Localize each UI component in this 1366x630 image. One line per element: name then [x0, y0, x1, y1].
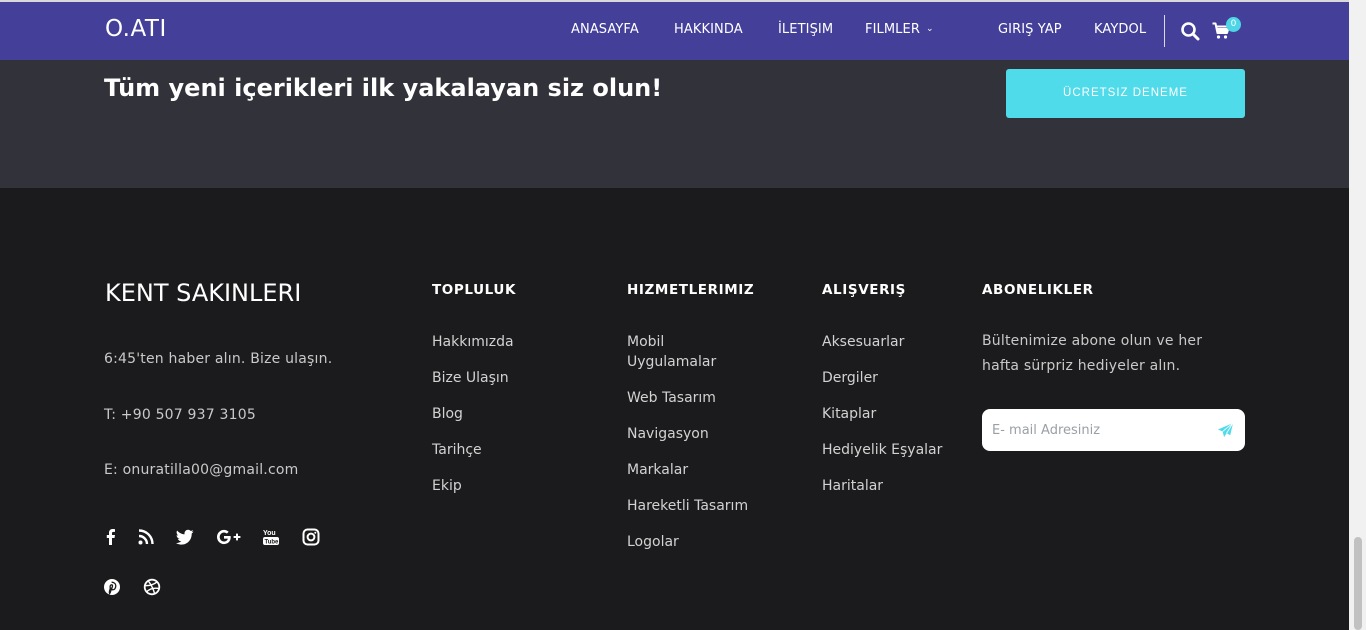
footer-link-blog[interactable]: Blog [432, 404, 463, 424]
footer-col-title-abonelikler: ABONELIKLER [982, 282, 1094, 298]
site-footer: KENT SAKINLERI 6:45'ten haber alın. Bize… [0, 188, 1349, 630]
footer-link-logolar[interactable]: Logolar [627, 532, 679, 552]
footer-link-aksesuarlar[interactable]: Aksesuarlar [822, 332, 904, 352]
newsletter-form [982, 409, 1245, 451]
facebook-icon[interactable] [101, 527, 121, 547]
footer-col-title-alisveris: ALIŞVERIŞ [822, 282, 907, 298]
footer-link-markalar[interactable]: Markalar [627, 460, 688, 480]
newsletter-email-input[interactable] [992, 409, 1207, 451]
footer-link-navigasyon[interactable]: Navigasyon [627, 424, 709, 444]
contact-phone[interactable]: T: +90 507 937 3105 [104, 407, 256, 423]
nav-hakkinda[interactable]: HAKKINDA [674, 22, 743, 37]
footer-link-bize-ulasin[interactable]: Bize Ulaşın [432, 368, 509, 388]
pinterest-icon[interactable] [102, 577, 122, 597]
twitter-icon[interactable] [175, 527, 195, 547]
page-scrollbar[interactable] [1349, 0, 1366, 630]
youtube-icon[interactable]: You Tube [261, 527, 281, 547]
scrollbar-thumb[interactable] [1354, 537, 1362, 630]
nav-anasayfa[interactable]: ANASAYFA [571, 22, 639, 37]
cart-count-badge: 0 [1226, 17, 1241, 32]
contact-email[interactable]: E: onuratilla00@gmail.com [104, 462, 298, 478]
free-trial-button[interactable]: ÜCRETSIZ DENEME [1006, 69, 1245, 118]
search-icon[interactable] [1180, 21, 1200, 41]
nav-register[interactable]: KAYDOL [1094, 22, 1146, 37]
footer-link-tarihce[interactable]: Tarihçe [432, 440, 482, 460]
nav-iletisim[interactable]: İLETIŞIM [778, 22, 833, 37]
nav-filmler-dropdown[interactable]: FILMLER ⌄ [865, 22, 934, 37]
send-icon[interactable] [1217, 422, 1234, 439]
contact-tagline: 6:45'ten haber alın. Bize ulaşın. [104, 351, 333, 367]
footer-link-ekip[interactable]: Ekip [432, 476, 462, 496]
footer-link-mobil-uygulamalar[interactable]: Mobil Uygulamalar [627, 332, 737, 372]
footer-link-hediyelik-esyalar[interactable]: Hediyelik Eşyalar [822, 440, 942, 460]
footer-link-haritalar[interactable]: Haritalar [822, 476, 883, 496]
rss-icon[interactable] [136, 527, 156, 547]
google-plus-icon[interactable] [216, 527, 242, 547]
chevron-down-icon: ⌄ [925, 24, 934, 34]
svg-text:Tube: Tube [265, 539, 280, 545]
nav-login[interactable]: GIRIŞ YAP [998, 22, 1062, 37]
footer-link-hakkimizda[interactable]: Hakkımızda [432, 332, 514, 352]
cta-banner: Tüm yeni içerikleri ilk yakalayan siz ol… [0, 60, 1349, 188]
cta-title: Tüm yeni içerikleri ilk yakalayan siz ol… [104, 74, 663, 102]
footer-col-title-topluluk: TOPLULUK [432, 282, 517, 298]
svg-text:You: You [263, 530, 276, 537]
nav-divider [1164, 15, 1165, 47]
top-navbar: O.ATI ANASAYFA HAKKINDA İLETIŞIM FILMLER… [0, 0, 1349, 60]
instagram-icon[interactable] [301, 527, 321, 547]
footer-col-title-hizmetlerimiz: HIZMETLERIMIZ [627, 282, 755, 298]
dribbble-icon[interactable] [142, 577, 162, 597]
footer-link-hareketli-tasarim[interactable]: Hareketli Tasarım [627, 496, 748, 516]
page: O.ATI ANASAYFA HAKKINDA İLETIŞIM FILMLER… [0, 0, 1366, 630]
footer-brand: KENT SAKINLERI [105, 279, 302, 307]
footer-link-kitaplar[interactable]: Kitaplar [822, 404, 876, 424]
footer-link-web-tasarim[interactable]: Web Tasarım [627, 388, 716, 408]
footer-link-dergiler[interactable]: Dergiler [822, 368, 878, 388]
nav-filmler-label: FILMLER [865, 22, 920, 37]
site-logo[interactable]: O.ATI [105, 16, 167, 42]
newsletter-description: Bültenimize abone olun ve her hafta sürp… [982, 333, 1203, 374]
